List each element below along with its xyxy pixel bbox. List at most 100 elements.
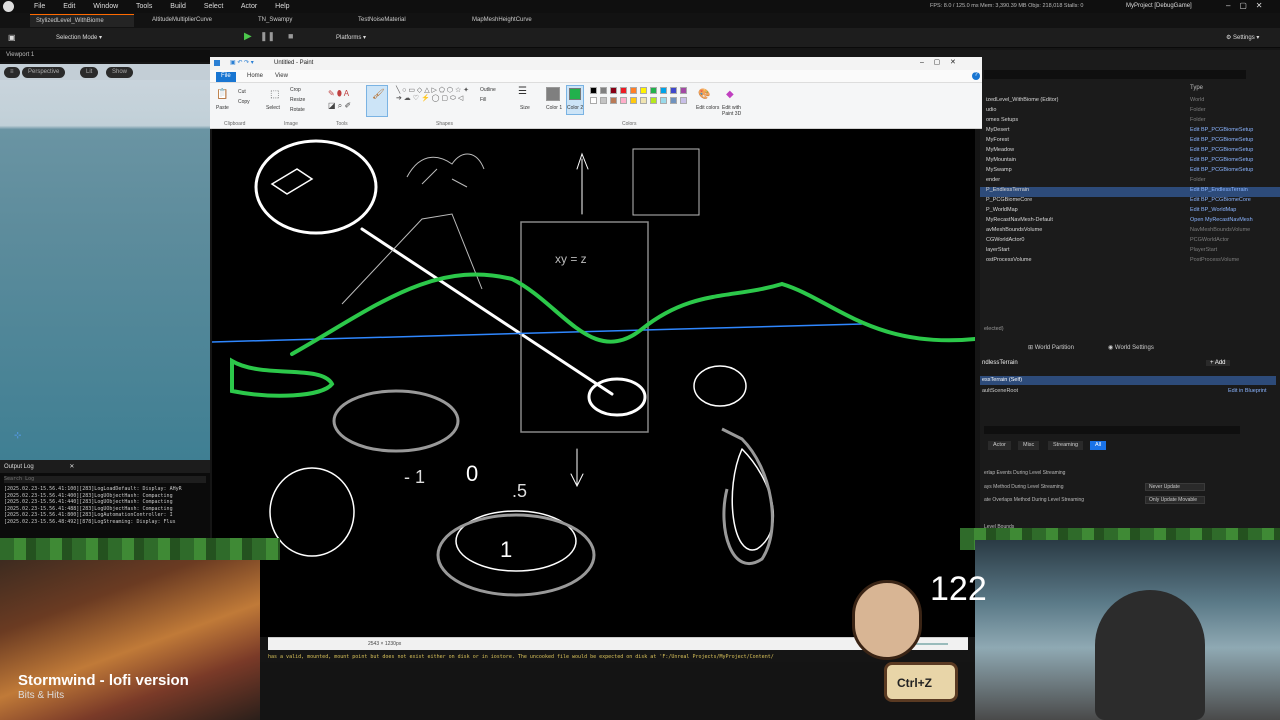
outliner-row-link[interactable]: Edit BP_EndlessTerrain: [1190, 187, 1248, 193]
select-button[interactable]: Select: [266, 105, 280, 111]
prop-dropdown[interactable]: Never Update: [1145, 483, 1205, 491]
edit-paint3d-button[interactable]: Edit with Paint 3D: [722, 105, 748, 117]
palette-swatch[interactable]: [630, 87, 637, 94]
outliner-row[interactable]: MyForest Edit BP_PCGBiomeSetup: [980, 137, 1280, 147]
outliner-row[interactable]: MyMeadow Edit BP_PCGBiomeSetup: [980, 147, 1280, 157]
settings-button[interactable]: ⚙ Settings ▾: [1226, 34, 1259, 41]
tab-map-mesh-height-curve[interactable]: MapMeshHeightCurve: [466, 14, 566, 27]
outliner-row[interactable]: MySwamp Edit BP_PCGBiomeSetup: [980, 167, 1280, 177]
palette-swatch[interactable]: [590, 87, 597, 94]
outline-button[interactable]: Outline: [480, 87, 496, 93]
palette-swatch[interactable]: [680, 97, 687, 104]
palette-swatch[interactable]: [620, 87, 627, 94]
paint-tab-view[interactable]: View: [270, 72, 293, 82]
outliner-row[interactable]: omes Setups Folder: [980, 117, 1280, 127]
paint-tab-home[interactable]: Home: [242, 72, 268, 82]
outliner-row[interactable]: P_EndlessTerrain Edit BP_EndlessTerrain: [980, 187, 1280, 197]
play-icon[interactable]: ▶: [244, 31, 252, 42]
tab-altitude-curve[interactable]: AltitudeMultiplierCurve: [146, 14, 246, 27]
outliner-row[interactable]: ostProcessVolume PostProcessVolume: [980, 257, 1280, 267]
pencil-icon[interactable]: ✎ ⬮ A: [328, 89, 349, 99]
tab-world-partition[interactable]: ⊞ World Partition: [1028, 344, 1074, 351]
edit-colors-button[interactable]: Edit colors: [696, 105, 719, 111]
size-icon[interactable]: ☰: [518, 86, 527, 97]
cut-button[interactable]: Cut: [238, 89, 246, 95]
level-viewport[interactable]: ⊹: [0, 80, 210, 460]
crop-button[interactable]: Crop: [290, 87, 301, 93]
tab-tn-swampy[interactable]: TN_Swampy: [252, 14, 340, 27]
prop-dropdown[interactable]: Only Update Movable: [1145, 496, 1205, 504]
viewport-menu-button[interactable]: ≡: [4, 67, 20, 78]
edit-in-blueprint-link[interactable]: Edit in Blueprint: [1228, 388, 1267, 394]
outliner-row[interactable]: CGWorldActor0 PCGWorldActor: [980, 237, 1280, 247]
outliner-row-link[interactable]: Edit BP_PCGBiomeSetup: [1190, 147, 1253, 153]
color1-swatch[interactable]: [546, 87, 560, 101]
palette-swatch[interactable]: [670, 97, 677, 104]
outliner-row[interactable]: udio Folder: [980, 107, 1280, 117]
details-search-input[interactable]: [984, 426, 1240, 434]
tab-test-noise-material[interactable]: TestNoiseMaterial: [352, 14, 452, 27]
outliner-row[interactable]: ender Folder: [980, 177, 1280, 187]
palette-swatch[interactable]: [650, 97, 657, 104]
palette-swatch[interactable]: [660, 87, 667, 94]
outliner-row[interactable]: MyRecastNavMesh-Default Open MyRecastNavM…: [980, 217, 1280, 227]
quick-access-icons[interactable]: ▣ ↶ ↷ ▾: [230, 59, 254, 66]
outliner-row[interactable]: P_WorldMap Edit BP_WorldMap: [980, 207, 1280, 217]
edit-colors-icon[interactable]: 🎨: [698, 89, 710, 100]
outliner-row[interactable]: MyDesert Edit BP_PCGBiomeSetup: [980, 127, 1280, 137]
outliner-row-link[interactable]: Edit BP_PCGBiomeSetup: [1190, 127, 1253, 133]
menu-edit[interactable]: Edit: [63, 3, 75, 10]
paste-button[interactable]: Paste: [216, 105, 229, 111]
selection-mode-button[interactable]: Selection Mode ▾: [56, 34, 102, 41]
paint-canvas[interactable]: xy = z - 1 0 .5 1: [211, 129, 977, 637]
brushes-button[interactable]: 🖌: [366, 85, 388, 117]
menu-help[interactable]: Help: [275, 3, 289, 10]
menu-actor[interactable]: Actor: [241, 3, 257, 10]
outliner-row-link[interactable]: Edit BP_PCGBiomeSetup: [1190, 137, 1253, 143]
menu-window[interactable]: Window: [93, 3, 118, 10]
paint-tab-file[interactable]: File: [216, 72, 236, 82]
select-icon[interactable]: ⬚: [270, 89, 279, 100]
category-actor[interactable]: Actor: [988, 441, 1011, 450]
palette-swatch[interactable]: [610, 87, 617, 94]
category-all[interactable]: All: [1090, 441, 1107, 450]
menu-tools[interactable]: Tools: [136, 3, 152, 10]
menu-select[interactable]: Select: [204, 3, 223, 10]
palette-swatch[interactable]: [620, 97, 627, 104]
category-misc[interactable]: Misc: [1018, 441, 1040, 450]
outliner-row[interactable]: P_PCGBiomeCore Edit BP_PCGBiomeCore: [980, 197, 1280, 207]
help-icon[interactable]: ?: [972, 72, 980, 80]
outliner-row-link[interactable]: Open MyRecastNavMesh: [1190, 217, 1253, 223]
outliner-row-link[interactable]: Edit BP_PCGBiomeCore: [1190, 197, 1251, 203]
ue-logo-icon[interactable]: [3, 1, 14, 12]
rotate-button[interactable]: Rotate: [290, 107, 305, 113]
palette-swatch[interactable]: [680, 87, 687, 94]
viewport-tab[interactable]: Viewport 1: [6, 52, 34, 58]
close-icon[interactable]: ✕: [69, 464, 74, 470]
output-log-tab[interactable]: Output Log ✕: [0, 460, 210, 473]
save-icon[interactable]: ▣: [8, 33, 16, 42]
size-button[interactable]: Size: [520, 105, 530, 111]
paint-window-controls[interactable]: – ▢ ✕: [920, 58, 956, 66]
palette-swatch[interactable]: [640, 87, 647, 94]
outliner-row-link[interactable]: Edit BP_PCGBiomeSetup: [1190, 157, 1253, 163]
palette-swatch[interactable]: [630, 97, 637, 104]
perspective-button[interactable]: Perspective: [22, 67, 66, 78]
platforms-button[interactable]: Platforms ▾: [336, 34, 366, 41]
fill-button[interactable]: Fill: [480, 97, 486, 103]
tab-level[interactable]: StylizedLevel_WithBiome: [30, 14, 134, 27]
outliner-row-link[interactable]: Edit BP_PCGBiomeSetup: [1190, 167, 1253, 173]
outliner-row[interactable]: layerStart PlayerStart: [980, 247, 1280, 257]
picker-icon[interactable]: ◪ ⌕ ✐: [328, 101, 351, 111]
lit-button[interactable]: Lit: [80, 67, 99, 78]
resize-button[interactable]: Resize: [290, 97, 305, 103]
category-streaming[interactable]: Streaming: [1048, 441, 1084, 450]
palette-swatch[interactable]: [650, 87, 657, 94]
window-controls[interactable]: – ▢ ✕: [1226, 1, 1263, 10]
outliner-search-input[interactable]: [984, 70, 1246, 79]
palette-swatch[interactable]: [640, 97, 647, 104]
palette-swatch[interactable]: [590, 97, 597, 104]
outliner-row[interactable]: MyMountain Edit BP_PCGBiomeSetup: [980, 157, 1280, 167]
pause-icon[interactable]: ❚❚: [260, 31, 275, 42]
paint3d-icon[interactable]: ◆: [726, 89, 734, 100]
